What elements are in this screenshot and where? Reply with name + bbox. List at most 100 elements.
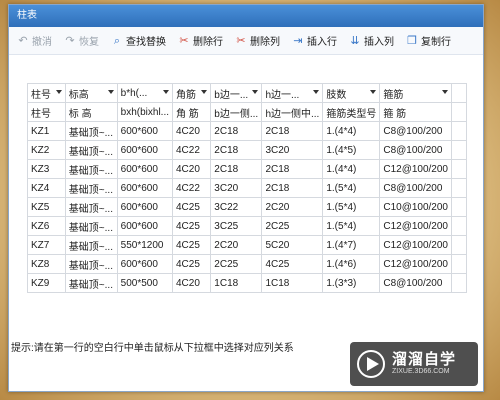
grid-cell[interactable]: 600*600 [116,121,174,141]
grid-cell[interactable]: 基础顶~... [64,235,118,255]
grid-cell[interactable]: 1C18 [261,273,324,293]
grid-cell[interactable]: 1.(4*6) [322,254,381,274]
grid-cell[interactable] [451,140,467,160]
grid-cell[interactable]: 基础顶~... [64,159,118,179]
grid-cell[interactable]: 3C22 [210,197,263,217]
grid-cell[interactable]: 1.(5*4) [322,197,381,217]
grid-cell[interactable]: 2C25 [261,216,324,236]
grid-cell[interactable]: 箍筋类型号 [322,102,381,122]
grid-cell[interactable]: KZ3 [27,159,66,179]
grid-cell[interactable]: 基础顶~... [64,178,118,198]
copy-row-button[interactable]: ❐ 复制行 [402,31,455,50]
grid-cell[interactable]: b边一侧... [210,102,263,122]
grid-cell[interactable]: C12@100/200 [379,159,452,179]
grid-cell[interactable]: 4C20 [171,159,212,179]
insert-row-button[interactable]: ⇥ 插入行 [288,31,341,50]
grid-cell[interactable]: 2C20 [210,235,263,255]
grid-cell[interactable]: 4C20 [171,121,212,141]
delete-row-button[interactable]: ✂ 删除行 [174,31,227,50]
grid-cell[interactable] [451,102,467,122]
find-replace-button[interactable]: ⌕ 查找替换 [107,31,170,50]
grid-cell[interactable]: KZ2 [27,140,66,160]
grid-cell[interactable]: 2C20 [261,197,324,217]
grid-cell[interactable]: KZ8 [27,254,66,274]
grid-cell[interactable]: KZ4 [27,178,66,198]
grid-cell[interactable]: 基础顶~... [64,254,118,274]
grid-cell[interactable]: 1.(4*4) [322,121,381,141]
grid-cell[interactable]: 2C18 [210,159,263,179]
grid-cell[interactable]: 1.(4*4) [322,159,381,179]
grid-cell[interactable] [451,121,467,141]
column-mapping-dropdown[interactable]: 柱号 [27,83,66,103]
grid-cell[interactable]: C8@100/200 [379,121,452,141]
grid-cell[interactable] [451,178,467,198]
grid-cell[interactable] [451,197,467,217]
grid-cell[interactable]: C10@100/200 [379,197,452,217]
grid-cell[interactable]: 2C18 [261,121,324,141]
grid-cell[interactable]: 基础顶~... [64,121,118,141]
undo-button[interactable]: ↶ 撤消 [13,31,56,50]
grid-cell[interactable]: 4C22 [171,140,212,160]
grid-cell[interactable]: 柱号 [27,102,66,122]
grid-cell[interactable]: 2C18 [261,178,324,198]
grid-cell[interactable]: C8@100/200 [379,273,452,293]
grid-cell[interactable]: 4C25 [261,254,324,274]
grid-cell[interactable]: 2C18 [210,121,263,141]
grid-cell[interactable]: C12@100/200 [379,254,452,274]
grid-cell[interactable]: h边一侧中... [261,102,324,122]
grid-cell[interactable]: 1.(5*4) [322,178,381,198]
grid-cell[interactable]: KZ1 [27,121,66,141]
grid-cell[interactable]: 4C22 [171,178,212,198]
grid-cell[interactable]: 4C25 [171,216,212,236]
grid-cell[interactable]: 600*600 [116,178,174,198]
grid-cell[interactable]: 3C20 [210,178,263,198]
grid-cell[interactable]: 4C25 [171,197,212,217]
grid-cell[interactable]: 2C25 [210,254,263,274]
grid-cell[interactable]: 550*1200 [116,235,174,255]
insert-column-button[interactable]: ⇊ 插入列 [345,31,398,50]
delete-column-button[interactable]: ✂ 删除列 [231,31,284,50]
grid-cell[interactable]: KZ9 [27,273,66,293]
grid-cell[interactable]: 600*600 [116,140,174,160]
grid-cell[interactable]: 3C20 [261,140,324,160]
grid-cell[interactable]: 3C25 [210,216,263,236]
column-mapping-dropdown[interactable]: 箍筋 [379,83,452,103]
grid-cell[interactable]: 基础顶~... [64,197,118,217]
grid-cell[interactable] [451,273,467,293]
grid-cell[interactable]: 4C25 [171,235,212,255]
grid-cell[interactable] [451,254,467,274]
grid-cell[interactable]: 1C18 [210,273,263,293]
column-mapping-dropdown[interactable]: 标高 [64,83,118,103]
grid-cell[interactable]: C12@100/200 [379,235,452,255]
grid-cell[interactable]: 500*500 [116,273,174,293]
grid-cell[interactable]: 1.(4*7) [322,235,381,255]
grid-cell[interactable]: 600*600 [116,197,174,217]
grid-cell[interactable]: 基础顶~... [64,273,118,293]
grid-cell[interactable]: 箍 筋 [379,102,452,122]
grid-cell[interactable]: KZ6 [27,216,66,236]
grid-cell[interactable] [451,159,467,179]
grid-cell[interactable]: 600*600 [116,254,174,274]
grid-cell[interactable]: 1.(3*3) [322,273,381,293]
column-mapping-dropdown[interactable]: b边一... [210,83,263,103]
column-mapping-dropdown[interactable]: b*h(... [116,83,174,103]
grid-cell[interactable]: KZ7 [27,235,66,255]
grid-cell[interactable]: 4C25 [171,254,212,274]
grid-cell[interactable]: 600*600 [116,159,174,179]
grid-cell[interactable] [451,216,467,236]
grid-cell[interactable]: bxh(bixhl... [116,102,174,122]
redo-button[interactable]: ↷ 恢复 [60,31,103,50]
grid-cell[interactable]: 标 高 [64,102,118,122]
grid-cell[interactable]: 2C18 [210,140,263,160]
grid-cell[interactable]: 1.(5*4) [322,216,381,236]
column-mapping-dropdown[interactable]: 肢数 [322,83,381,103]
grid-cell[interactable]: 2C18 [261,159,324,179]
grid-cell[interactable]: 5C20 [261,235,324,255]
grid-cell[interactable]: 基础顶~... [64,140,118,160]
grid-cell[interactable]: 基础顶~... [64,216,118,236]
grid-cell[interactable]: C8@100/200 [379,140,452,160]
grid-cell[interactable]: C12@100/200 [379,216,452,236]
column-mapping-dropdown[interactable]: h边一... [261,83,324,103]
grid-cell[interactable]: 4C20 [171,273,212,293]
grid-cell[interactable] [451,235,467,255]
